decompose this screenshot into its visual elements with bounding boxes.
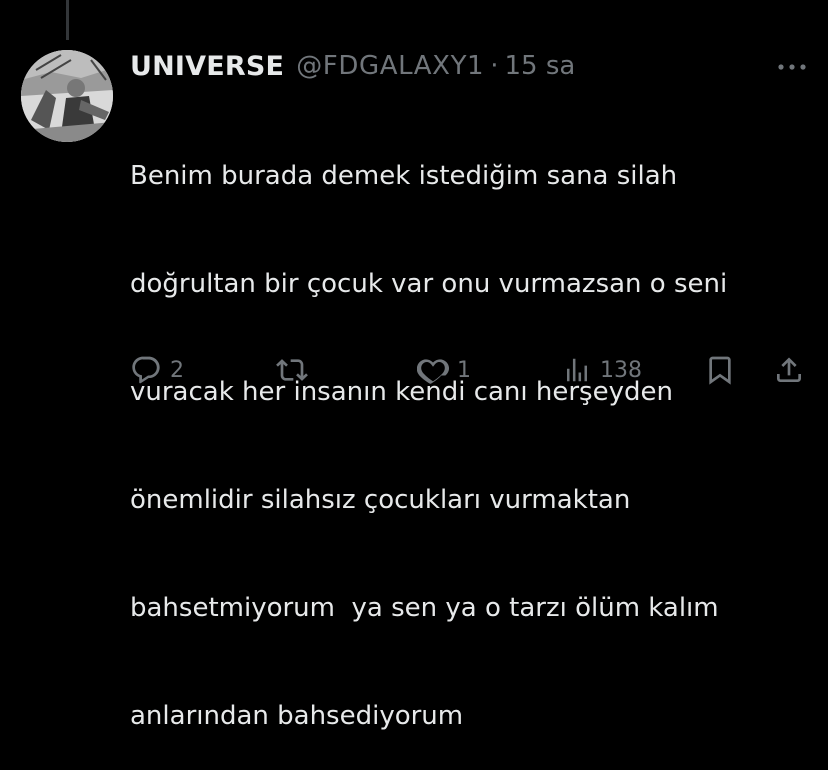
reply-count: 2 (170, 357, 184, 383)
action-bar: 2 1 138 (0, 348, 828, 392)
tweet-text-line: önemlidir silahsız çocukları vurmaktan (130, 485, 631, 515)
more-options-button[interactable] (772, 52, 812, 82)
tweet-text-line: anlarından bahsediyorum (130, 701, 464, 731)
like-button[interactable]: 1 (417, 348, 471, 392)
avatar-image (21, 50, 113, 142)
tweet-text: Benim burada demek istediğim sana silah … (130, 86, 810, 770)
bookmark-button[interactable] (704, 348, 736, 392)
share-button[interactable] (773, 348, 805, 392)
retweet-icon (275, 354, 309, 386)
tweet-text-line: Benim burada demek istediğim sana silah (130, 161, 678, 191)
like-count: 1 (457, 357, 471, 383)
avatar[interactable] (21, 50, 113, 142)
bookmark-icon (704, 354, 736, 386)
retweet-button[interactable] (275, 348, 317, 392)
separator-dot: · (490, 51, 499, 81)
thread-line (66, 0, 69, 40)
tweet-text-line: doğrultan bir çocuk var onu vurmazsan o … (130, 269, 728, 299)
user-handle[interactable]: @FDGALAXY1 (296, 51, 484, 81)
reply-button[interactable]: 2 (130, 348, 184, 392)
views-button[interactable]: 138 (562, 348, 642, 392)
display-name[interactable]: UNIVERSE (130, 51, 284, 82)
share-icon (773, 354, 805, 386)
views-count: 138 (600, 357, 642, 383)
heart-icon (417, 354, 449, 386)
more-horizontal-icon (778, 64, 806, 70)
views-chart-icon (562, 354, 592, 386)
timestamp[interactable]: 15 sa (504, 51, 575, 81)
tweet-text-line: bahsetmiyorum ya sen ya o tarzı ölüm kal… (130, 593, 719, 623)
reply-icon (130, 354, 162, 386)
tweet-header: UNIVERSE @FDGALAXY1 · 15 sa (130, 46, 575, 86)
